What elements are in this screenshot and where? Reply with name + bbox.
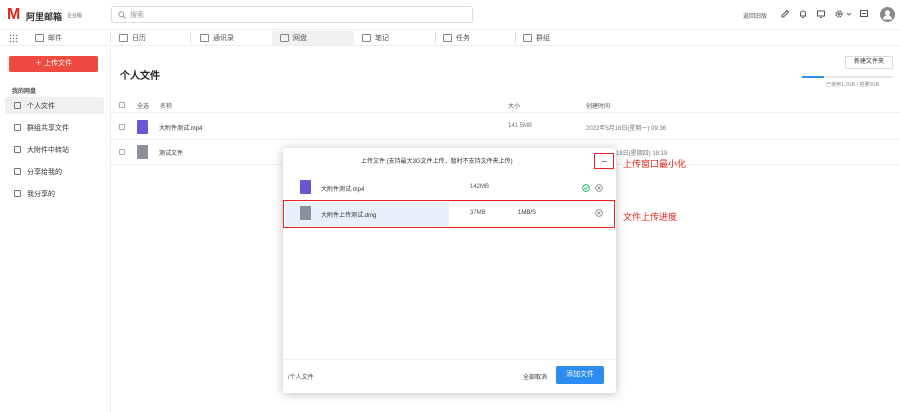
sidebar-item-attachment-transfer[interactable]: 大附件中转站 xyxy=(5,141,104,158)
task-icon xyxy=(443,34,452,42)
folder-share-icon xyxy=(14,124,21,131)
share-in-icon xyxy=(14,168,21,175)
nav-divider xyxy=(435,33,436,43)
page-title: 个人文件 xyxy=(120,71,160,82)
nav-item-label: 网盘 xyxy=(293,35,307,42)
sidebar-item-label: 分享给我的 xyxy=(27,168,62,176)
edition-badge: 企业版 xyxy=(67,13,83,19)
gear-icon[interactable] xyxy=(834,9,844,19)
new-folder-button[interactable]: 新建文件夹 xyxy=(845,56,893,69)
sidebar-item-personal-files[interactable]: 个人文件 xyxy=(5,97,104,114)
annotation-minimize: 上传窗口最小化 xyxy=(623,159,687,169)
search-icon xyxy=(118,11,126,19)
device-icon[interactable] xyxy=(816,9,826,19)
contacts-icon xyxy=(200,34,209,42)
nav-item-label: 群组 xyxy=(536,35,550,42)
nav-item-notes[interactable]: 笔记 xyxy=(362,30,389,46)
calendar-icon xyxy=(119,34,128,42)
file-created: 2022年5月18日(星期一) 09:36 xyxy=(586,126,667,132)
logo-text[interactable]: 阿里邮箱 xyxy=(26,10,62,23)
column-size[interactable]: 大小 xyxy=(508,101,520,110)
nav-divider xyxy=(190,33,191,43)
avatar-icon[interactable] xyxy=(880,7,895,22)
upload-item-size: 37MB xyxy=(470,210,486,216)
share-out-icon xyxy=(14,190,21,197)
transfer-icon xyxy=(14,146,21,153)
nav-item-label: 通讯录 xyxy=(213,35,234,42)
upload-dialog-title: 上传文件 (支持最大3G文件上传，暂时不支持文件夹上传) xyxy=(361,159,513,165)
nav-item-calendar[interactable]: 日历 xyxy=(119,30,146,46)
select-all-checkbox[interactable] xyxy=(119,102,125,108)
legacy-version-link[interactable]: 返回旧版 xyxy=(743,11,767,20)
chevron-down-icon[interactable] xyxy=(846,9,852,19)
group-icon xyxy=(523,34,532,42)
nav-item-drive[interactable]: 网盘 xyxy=(280,30,307,46)
sidebar-item-label: 大附件中转站 xyxy=(27,146,69,154)
remove-item-icon[interactable] xyxy=(595,184,603,192)
note-icon xyxy=(362,34,371,42)
upload-target-path: /个人文件 xyxy=(288,375,314,381)
upload-file-label: 上传文件 xyxy=(43,60,72,67)
sidebar-item-label: 个人文件 xyxy=(27,102,55,110)
nav-item-contacts[interactable]: 通讯录 xyxy=(200,30,234,46)
row-checkbox[interactable] xyxy=(119,149,125,155)
annotation-progress: 文件上传进度 xyxy=(623,212,678,222)
nav-item-label: 笔记 xyxy=(375,35,389,42)
document-file-icon xyxy=(300,206,311,220)
plus-icon: ＋ xyxy=(35,60,44,67)
file-name[interactable]: 测试文件 xyxy=(159,148,183,157)
nav-item-label: 日历 xyxy=(132,35,146,42)
upload-file-button[interactable]: ＋ 上传文件 xyxy=(9,56,98,72)
column-name[interactable]: 名称 xyxy=(160,101,172,110)
nav-item-tasks[interactable]: 任务 xyxy=(443,30,470,46)
nav-item-mail[interactable]: 邮件 xyxy=(35,30,62,46)
pen-icon[interactable] xyxy=(780,9,790,19)
row-checkbox[interactable] xyxy=(119,124,125,130)
nav-item-label: 邮件 xyxy=(48,35,62,42)
apps-grid-icon[interactable] xyxy=(9,34,18,43)
remove-item-icon[interactable] xyxy=(595,209,603,217)
column-created[interactable]: 创建时间 xyxy=(586,101,610,110)
mail-icon xyxy=(35,34,44,42)
file-created: ...18日(星期四) 18:19 xyxy=(611,151,668,157)
upload-item-name: 大附件上传测试.dmg xyxy=(321,213,377,219)
column-select-all[interactable]: 全选 xyxy=(137,101,149,110)
document-file-icon xyxy=(137,145,148,159)
cancel-all-button[interactable]: 全部取消 xyxy=(523,372,547,381)
nav-item-groups[interactable]: 群组 xyxy=(523,30,550,46)
storage-usage-text: 已使用1.2GB / 容量5GB xyxy=(826,82,880,88)
row-divider xyxy=(111,139,900,140)
upload-item-size: 142MB xyxy=(470,184,490,190)
add-file-button[interactable]: 添加文件 xyxy=(556,366,604,384)
file-size: 141.5MB xyxy=(508,123,533,129)
user-icon xyxy=(14,102,21,109)
check-circle-icon xyxy=(582,184,590,192)
dialog-footer-divider xyxy=(283,359,616,360)
minimize-button[interactable] xyxy=(594,153,614,169)
nav-divider xyxy=(110,33,111,43)
search-placeholder: 搜索 xyxy=(130,12,144,19)
header-divider xyxy=(111,112,900,113)
sidebar-item-label: 我分享的 xyxy=(27,190,55,198)
sidebar-item-my-shares[interactable]: 我分享的 xyxy=(5,185,104,202)
file-name[interactable]: 大附件测试.mp4 xyxy=(159,123,202,132)
message-icon[interactable] xyxy=(859,9,869,19)
bell-icon[interactable] xyxy=(798,9,808,19)
search-input[interactable]: 搜索 xyxy=(111,6,473,23)
drive-icon xyxy=(280,34,289,42)
nav-item-label: 任务 xyxy=(456,35,470,42)
upload-item-name: 大附件测试.mp4 xyxy=(321,187,365,193)
minus-icon xyxy=(602,161,607,162)
sidebar-section-title: 我的网盘 xyxy=(12,89,37,95)
logo-mark[interactable]: M xyxy=(7,7,20,23)
sidebar-item-shared-with-me[interactable]: 分享给我的 xyxy=(5,163,104,180)
nav-divider xyxy=(515,33,516,43)
upload-item-speed: 1MB/S xyxy=(518,210,537,216)
sidebar-item-group-shared[interactable]: 群组共享文件 xyxy=(5,119,104,136)
video-file-icon xyxy=(300,180,311,194)
sidebar-item-label: 群组共享文件 xyxy=(27,124,69,132)
video-file-icon xyxy=(137,120,148,134)
storage-usage-fill xyxy=(802,76,824,78)
